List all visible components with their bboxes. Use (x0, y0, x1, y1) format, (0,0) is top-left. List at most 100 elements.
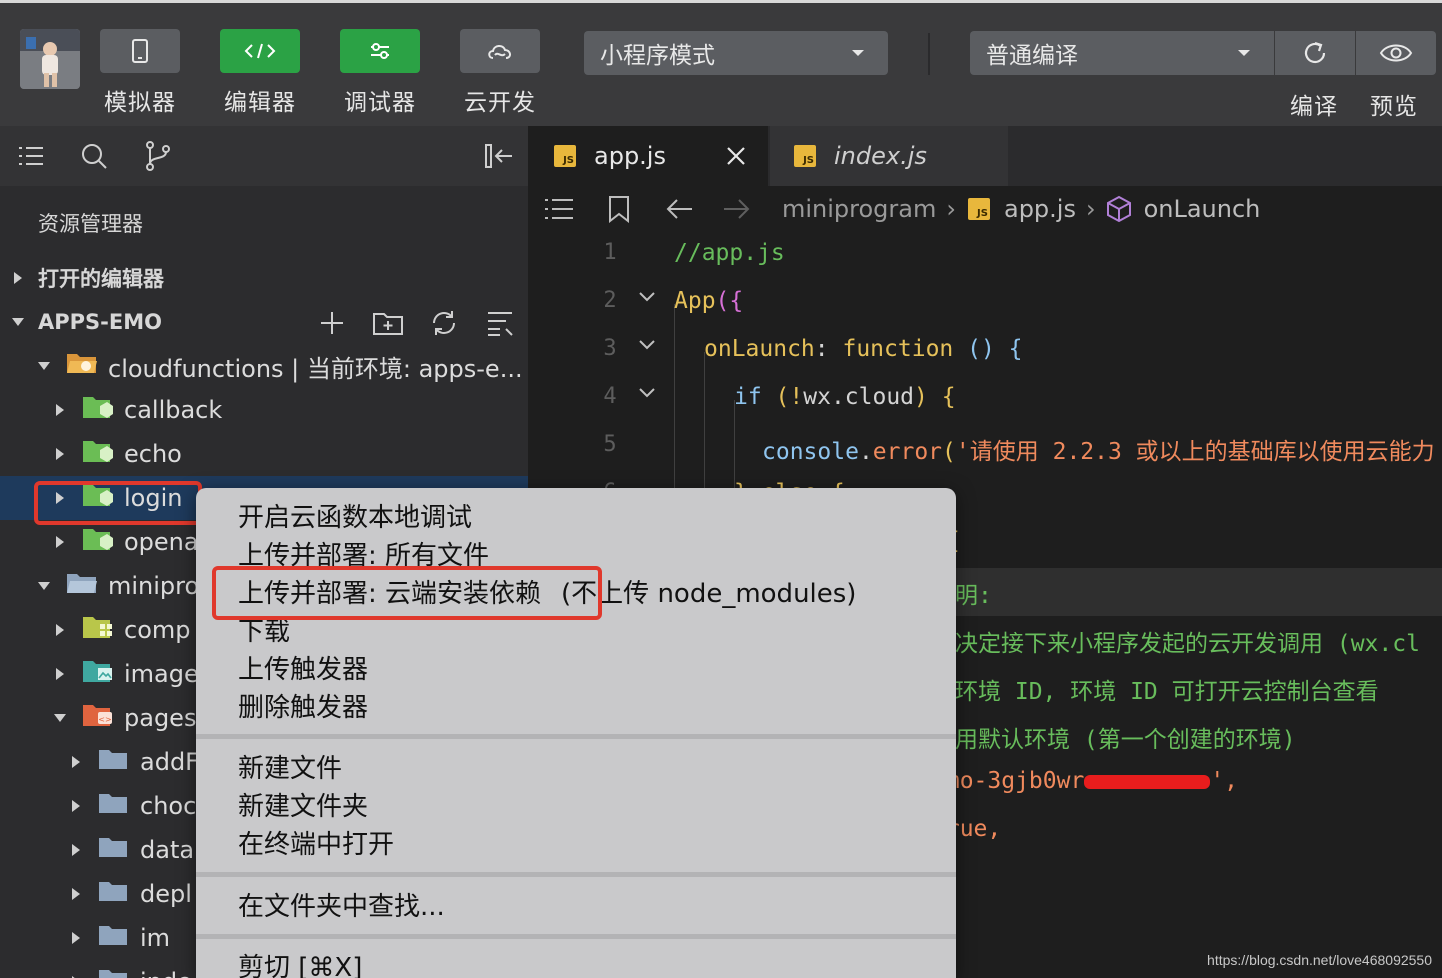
editor-label: 编辑器 (224, 90, 296, 116)
breadcrumb-folder[interactable]: miniprogram (782, 195, 936, 223)
simulator-button[interactable]: 模拟器 (100, 29, 180, 117)
tree-item-echo[interactable]: echo (0, 432, 528, 476)
cloud-dev-button[interactable]: 云开发 (460, 29, 540, 117)
compile-mode-select[interactable]: 普通编译 (970, 31, 1274, 75)
source-control-icon[interactable] (144, 140, 172, 172)
chevron-right-icon (72, 756, 80, 768)
code-text: 数决定接下来小程序发起的云开发调用 (wx.cl (932, 631, 1420, 657)
open-editors-label: 打开的编辑器 (38, 267, 164, 291)
tree-item-label: minipro (108, 572, 200, 600)
js-file-icon: JS (794, 145, 816, 167)
chevron-down-icon (54, 714, 66, 722)
context-menu: 开启云函数本地调试 上传并部署: 所有文件 上传并部署: 云端安装依赖 (不上传… (196, 488, 956, 978)
project-section[interactable]: APPS-EMO (0, 300, 528, 344)
chevron-right-icon (56, 624, 64, 636)
menu-item-open-terminal[interactable]: 在终端中打开 (238, 823, 394, 861)
debugger-label: 调试器 (344, 90, 416, 116)
redaction-mark (1084, 774, 1211, 789)
menu-separator (196, 934, 956, 939)
chevron-down-icon (38, 582, 50, 590)
tree-item-cloudfunctions[interactable]: cloudfunctions | 当前环境: apps-e... (0, 344, 528, 388)
pages-folder-icon: <> (82, 702, 114, 734)
function-folder-icon (82, 394, 114, 426)
tree-item-label: inde (140, 968, 192, 978)
code-line-5: 5 console.error('请使用 2.2.3 或以上的基础库以使用云能力 (528, 424, 1442, 472)
tree-item-label: image (124, 660, 199, 688)
preview-button[interactable] (1356, 31, 1436, 75)
menu-item-local-debug[interactable]: 开启云函数本地调试 (238, 496, 472, 534)
forward-arrow-icon[interactable] (722, 198, 750, 220)
refresh-icon[interactable] (430, 309, 458, 337)
collapse-panel-icon[interactable] (484, 142, 514, 170)
folder-icon (98, 791, 128, 821)
compile-mode-value: 普通编译 (986, 43, 1078, 69)
compile-button[interactable] (1275, 31, 1355, 75)
tree-item-label: depl (140, 880, 192, 908)
mode-select[interactable]: 小程序模式 (584, 31, 888, 75)
function-folder-icon (82, 438, 114, 470)
debugger-button[interactable]: 调试器 (340, 29, 420, 117)
breadcrumb-separator: › (946, 195, 956, 223)
menu-item-delete-trigger[interactable]: 删除触发器 (238, 686, 368, 724)
explorer-title: 资源管理器 (38, 212, 143, 236)
tree-item-label: cloudfunctions | 当前环境: apps-e... (108, 354, 523, 383)
chevron-down-icon (12, 318, 24, 326)
chevron-right-icon (72, 932, 80, 944)
function-folder-icon (82, 526, 114, 558)
fold-chevron-icon[interactable] (638, 336, 656, 354)
menu-item-new-file[interactable]: 新建文件 (238, 747, 342, 785)
bookmark-icon[interactable] (608, 195, 630, 223)
chevron-right-icon (56, 404, 64, 416)
open-editors-section[interactable]: 打开的编辑器 (0, 256, 528, 300)
folder-icon (98, 923, 128, 953)
breadcrumb-file[interactable]: app.js (1004, 195, 1076, 223)
code-text: //app.js (674, 240, 785, 266)
breadcrumb-symbol[interactable]: onLaunch (1144, 195, 1261, 223)
tab-app-js[interactable]: JS app.js (528, 126, 768, 186)
eye-icon (1379, 44, 1413, 62)
avatar[interactable] (20, 29, 80, 89)
tab-index-js[interactable]: JS index.js (770, 126, 1008, 186)
top-toolbar: 模拟器 编辑器 调试器 云开发 小程序模式 普通编译 编译 预览 (0, 0, 1442, 126)
menu-item-cut[interactable]: 剪切 [⌘X] (238, 946, 362, 978)
outline-icon[interactable] (544, 197, 574, 221)
chevron-right-icon (56, 448, 64, 460)
new-folder-icon[interactable] (372, 309, 404, 337)
new-file-icon[interactable] (318, 309, 346, 337)
js-file-icon: JS (554, 145, 576, 167)
components-folder-icon (82, 614, 114, 646)
chevron-right-icon (56, 536, 64, 548)
line-number: 5 (603, 432, 617, 457)
tree-item-label: comp (124, 616, 191, 644)
list-icon[interactable] (18, 144, 44, 168)
code-line-2: 2 App({ (528, 280, 1442, 328)
menu-item-find-in-folder[interactable]: 在文件夹中查找... (238, 885, 445, 923)
close-icon[interactable] (726, 146, 746, 166)
menu-separator (196, 872, 956, 877)
fold-chevron-icon[interactable] (638, 384, 656, 402)
tree-item-callback[interactable]: callback (0, 388, 528, 432)
menu-item-upload-trigger[interactable]: 上传触发器 (238, 648, 368, 686)
menu-item-new-folder[interactable]: 新建文件夹 (238, 785, 368, 823)
editor-button[interactable]: 编辑器 (220, 29, 300, 117)
breadcrumb: miniprogram › JS app.js › onLaunch (528, 186, 1442, 232)
preview-label: 预览 (1370, 94, 1418, 120)
toolbar-divider (928, 33, 930, 75)
search-icon[interactable] (80, 142, 108, 170)
line-number: 4 (603, 384, 617, 409)
chevron-right-icon (56, 668, 64, 680)
tree-item-label: addF (140, 748, 199, 776)
tree-item-label: im (140, 924, 171, 952)
back-arrow-icon[interactable] (666, 198, 694, 220)
watermark: https://blog.csdn.net/love468092550 (1207, 952, 1432, 968)
chevron-right-icon (72, 800, 80, 812)
js-file-icon: JS (967, 198, 990, 220)
method-cube-icon (1106, 195, 1131, 223)
chevron-down-icon (38, 362, 50, 370)
collapse-all-icon[interactable] (486, 309, 514, 337)
fold-chevron-icon[interactable] (638, 288, 656, 306)
chevron-down-icon (852, 50, 864, 56)
code-line-3: 3 onLaunch: function () { (528, 328, 1442, 376)
folder-icon (98, 879, 128, 909)
line-number: 1 (603, 240, 617, 265)
